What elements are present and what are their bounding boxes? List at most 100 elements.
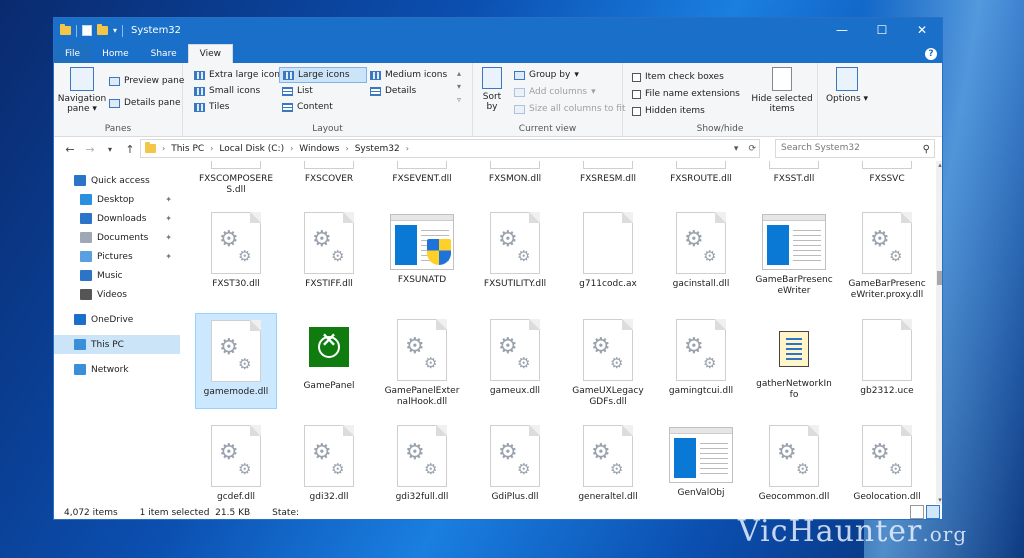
address-history-icon[interactable]: ▾ xyxy=(734,144,739,154)
file-item[interactable]: ⚙ ⚙ FXSTIFF.dll xyxy=(288,206,370,302)
layout-tiles[interactable]: Tiles xyxy=(191,99,232,115)
file-item[interactable]: ⚙⚙ FXSROUTE.dll xyxy=(660,161,742,197)
up-icon[interactable]: ↑ xyxy=(120,143,140,156)
search-input[interactable]: Search System32 ⚲ xyxy=(775,139,935,158)
properties-icon[interactable] xyxy=(82,25,92,36)
sidebar-item-this-pc[interactable]: This PC xyxy=(54,335,180,354)
scroll-thumb[interactable] xyxy=(937,271,942,285)
file-item[interactable]: FXSUNATD xyxy=(381,206,463,302)
file-item[interactable]: g711codc.ax xyxy=(567,206,649,302)
file-name: gdi32full.dll xyxy=(395,492,449,502)
scroll-down-icon[interactable]: ▾ xyxy=(936,496,942,504)
file-item[interactable]: ⚙ ⚙ gdi32.dll xyxy=(288,419,370,504)
help-icon[interactable]: ? xyxy=(925,48,937,60)
layout-large-icons[interactable]: Large icons xyxy=(279,67,367,83)
sidebar-item-pictures[interactable]: Pictures ✦ xyxy=(54,247,180,266)
file-item[interactable]: ⚙⚙ FXSCOMPOSERES.dll xyxy=(195,161,277,197)
sidebar-item-network[interactable]: Network xyxy=(54,360,180,379)
tab-share[interactable]: Share xyxy=(140,45,188,63)
sidebar-item-downloads[interactable]: Downloads ✦ xyxy=(54,209,180,228)
sort-by-button[interactable]: Sort by xyxy=(477,67,507,112)
gear-icon: ⚙ xyxy=(703,354,717,372)
file-item[interactable]: ⚙⚙ FXSRESM.dll xyxy=(567,161,649,197)
sidebar-item-quick-access[interactable]: Quick access xyxy=(54,171,180,190)
file-item[interactable]: ⚙⚙ FXSSVC xyxy=(846,161,928,197)
file-item[interactable]: ⚙⚙ FXSST.dll xyxy=(753,161,835,197)
breadcrumb-system32[interactable]: System32 xyxy=(355,144,400,154)
layout-small-icons[interactable]: Small icons xyxy=(191,83,263,99)
group-by-button[interactable]: Group by ▾ xyxy=(511,67,582,83)
file-item[interactable]: ⚙ ⚙ Geocommon.dll xyxy=(753,419,835,504)
file-name-extensions-toggle[interactable]: File name extensions xyxy=(629,86,743,102)
sidebar-item-onedrive[interactable]: OneDrive xyxy=(54,310,180,329)
layout-extra-large-icons[interactable]: Extra large icons xyxy=(191,67,288,83)
gear-icon: ⚙ xyxy=(889,460,903,478)
file-item[interactable]: ⚙ ⚙ FXSUTILITY.dll xyxy=(474,206,556,302)
file-item[interactable]: GenValObj xyxy=(660,419,742,504)
dll-file-icon: ⚙⚙ xyxy=(490,425,540,487)
layout-scroll-arrows[interactable]: ▴ ▾ ▿ xyxy=(457,67,461,106)
file-item[interactable]: ⚙ ⚙ gameux.dll xyxy=(474,313,556,409)
breadcrumb-windows[interactable]: Windows xyxy=(299,144,339,154)
minimize-button[interactable]: — xyxy=(822,18,862,43)
back-icon[interactable]: ← xyxy=(60,143,80,156)
breadcrumb-this-pc[interactable]: This PC xyxy=(171,144,204,154)
close-button[interactable]: ✕ xyxy=(902,18,942,43)
address-bar[interactable]: › This PC › Local Disk (C:) › Windows › … xyxy=(140,139,760,158)
refresh-icon[interactable]: ⟳ xyxy=(748,144,756,154)
preview-pane-button[interactable]: Preview pane xyxy=(106,73,187,89)
file-name: generaltel.dll xyxy=(578,492,638,502)
sort-icon xyxy=(482,67,502,89)
file-item[interactable]: ⚙ ⚙ gcdef.dll xyxy=(195,419,277,504)
tab-file[interactable]: File xyxy=(54,45,92,63)
file-item[interactable]: ⚙ ⚙ Geolocation.dll xyxy=(846,419,928,504)
layout-list[interactable]: List xyxy=(279,83,316,99)
sidebar-item-desktop[interactable]: Desktop ✦ xyxy=(54,190,180,209)
size-all-columns-button[interactable]: Size all columns to fit xyxy=(511,101,629,117)
file-item[interactable]: ⚙ ⚙ gamingtcui.dll xyxy=(660,313,742,409)
vertical-scrollbar[interactable]: ▴ ▾ xyxy=(936,161,942,504)
navigation-pane: Quick access Desktop ✦ Downloads ✦ Documents ✦… xyxy=(54,161,180,504)
file-name: GamePanelExternalHook.dll xyxy=(384,386,460,407)
hide-selected-items-button[interactable]: Hide selected items xyxy=(749,67,815,114)
file-item[interactable]: ⚙ ⚙ gamemode.dll xyxy=(195,313,277,409)
file-item[interactable]: ⚙⚙ FXSMON.dll xyxy=(474,161,556,197)
file-item[interactable]: gatherNetworkInfo xyxy=(753,313,835,409)
add-columns-button[interactable]: Add columns ▾ xyxy=(511,84,599,100)
file-item[interactable]: ⚙⚙ FXSEVENT.dll xyxy=(381,161,463,197)
details-pane-button[interactable]: Details pane xyxy=(106,95,184,111)
sidebar-item-documents[interactable]: Documents ✦ xyxy=(54,228,180,247)
file-item[interactable]: ⚙ ⚙ GdiPlus.dll xyxy=(474,419,556,504)
file-item[interactable]: GamePanel xyxy=(288,313,370,409)
item-check-boxes-toggle[interactable]: Item check boxes xyxy=(629,69,727,85)
document-icon xyxy=(80,232,92,243)
add-columns-icon xyxy=(514,87,525,97)
options-button[interactable]: Options ▾ xyxy=(824,67,870,104)
maximize-button[interactable]: ☐ xyxy=(862,18,902,43)
file-item[interactable]: ⚙⚙ FXSCOVER xyxy=(288,161,370,197)
sidebar-item-music[interactable]: Music xyxy=(54,266,180,285)
layout-content[interactable]: Content xyxy=(279,99,336,115)
file-item[interactable]: GameBarPresenceWriter xyxy=(753,206,835,302)
file-item[interactable]: ⚙ ⚙ generaltel.dll xyxy=(567,419,649,504)
breadcrumb-local-disk[interactable]: Local Disk (C:) xyxy=(219,144,284,154)
recent-locations-icon[interactable]: ▾ xyxy=(100,145,120,154)
layout-details[interactable]: Details xyxy=(367,83,419,99)
sidebar-item-videos[interactable]: Videos xyxy=(54,285,180,304)
file-item[interactable]: ⚙ ⚙ gdi32full.dll xyxy=(381,419,463,504)
tab-view[interactable]: View xyxy=(187,44,233,63)
file-item[interactable]: ⚙ ⚙ FXST30.dll xyxy=(195,206,277,302)
tab-home[interactable]: Home xyxy=(91,45,140,63)
forward-icon[interactable]: → xyxy=(80,143,100,156)
file-item[interactable]: ⚙ ⚙ GameUXLegacyGDFs.dll xyxy=(567,313,649,409)
scroll-up-icon[interactable]: ▴ xyxy=(936,161,942,169)
file-item[interactable]: ⚙ ⚙ GamePanelExternalHook.dll xyxy=(381,313,463,409)
file-item[interactable]: ⚙ ⚙ GameBarPresenceWriter.proxy.dll xyxy=(846,206,928,302)
hidden-items-toggle[interactable]: Hidden items xyxy=(629,103,708,119)
file-item[interactable]: gb2312.uce xyxy=(846,313,928,409)
navigation-pane-button[interactable]: Navigation pane ▾ xyxy=(57,67,107,114)
customize-toolbar-icon[interactable]: ▾ xyxy=(113,26,117,35)
new-folder-icon[interactable] xyxy=(97,24,108,35)
layout-medium-icons[interactable]: Medium icons xyxy=(367,67,450,83)
file-item[interactable]: ⚙ ⚙ gacinstall.dll xyxy=(660,206,742,302)
